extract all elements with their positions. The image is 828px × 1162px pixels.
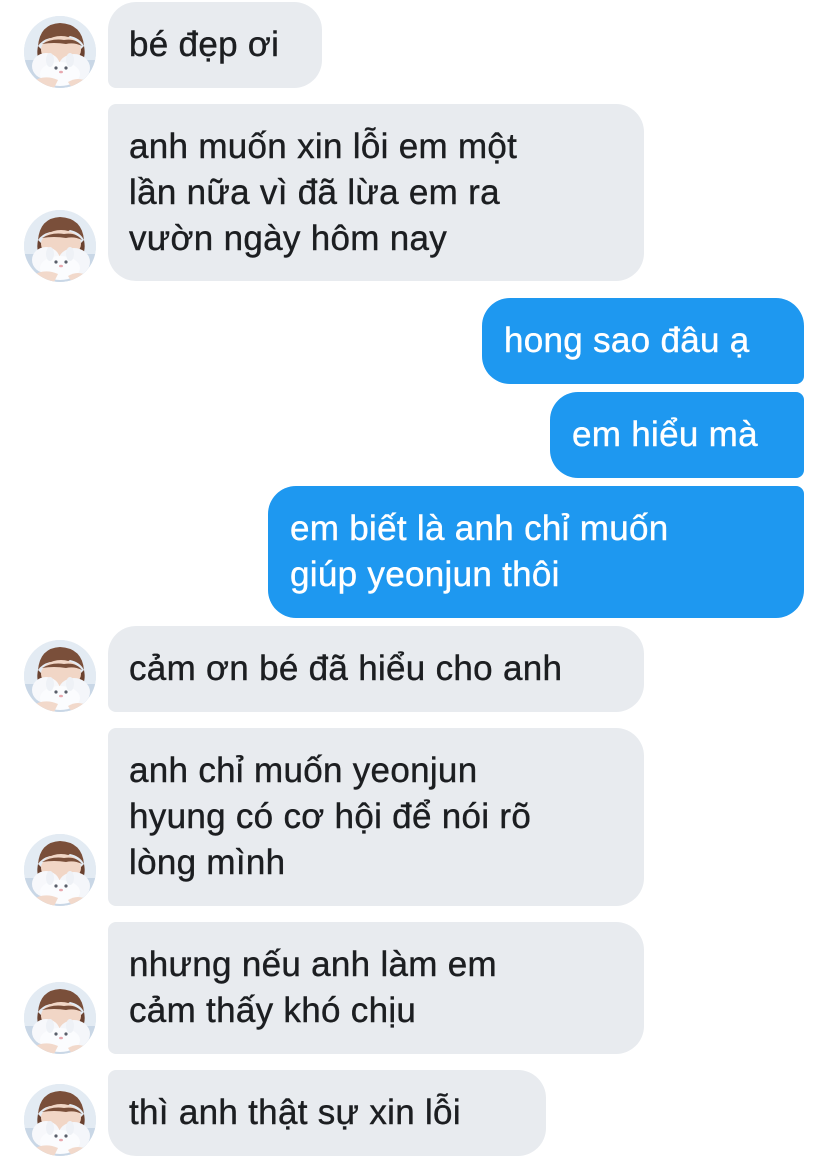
- contact-avatar[interactable]: [24, 982, 96, 1054]
- message-bubble-outgoing[interactable]: hong sao đâu ạ: [482, 298, 804, 384]
- message-bubble-incoming[interactable]: bé đẹp ơi: [108, 2, 322, 88]
- contact-avatar[interactable]: [24, 1084, 96, 1156]
- avatar-photo-icon: [24, 16, 96, 88]
- avatar-photo-icon: [24, 1084, 96, 1156]
- contact-avatar[interactable]: [24, 834, 96, 906]
- contact-avatar[interactable]: [24, 640, 96, 712]
- message-bubble-incoming[interactable]: cảm ơn bé đã hiểu cho anh: [108, 626, 644, 712]
- contact-avatar[interactable]: [24, 210, 96, 282]
- contact-avatar[interactable]: [24, 16, 96, 88]
- avatar-photo-icon: [24, 982, 96, 1054]
- avatar-photo-icon: [24, 834, 96, 906]
- message-bubble-outgoing[interactable]: em biết là anh chỉ muốn giúp yeonjun thô…: [268, 486, 804, 618]
- avatar-photo-icon: [24, 640, 96, 712]
- message-bubble-incoming[interactable]: nhưng nếu anh làm em cảm thấy khó chịu: [108, 922, 644, 1054]
- avatar-photo-icon: [24, 210, 96, 282]
- message-bubble-incoming[interactable]: thì anh thật sự xin lỗi: [108, 1070, 546, 1156]
- message-bubble-incoming[interactable]: anh chỉ muốn yeonjun hyung có cơ hội để …: [108, 728, 644, 906]
- message-bubble-incoming[interactable]: anh muốn xin lỗi em một lần nữa vì đã lừ…: [108, 104, 644, 281]
- message-bubble-outgoing[interactable]: em hiểu mà: [550, 392, 804, 478]
